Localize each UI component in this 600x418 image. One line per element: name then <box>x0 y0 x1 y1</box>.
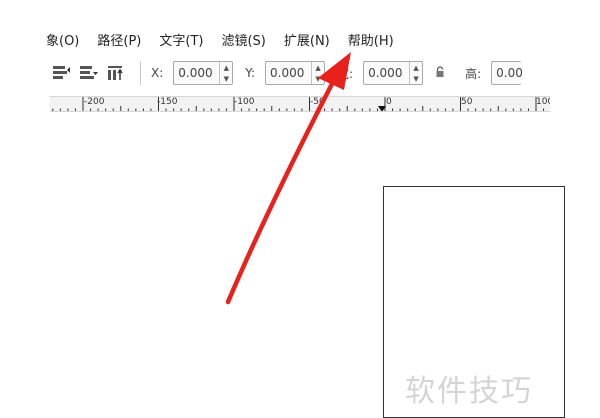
width-value: 0.000 <box>368 66 403 80</box>
ruler-label: -200 <box>84 97 105 107</box>
tool-controls-bar: X: 0.000 ▲ ▼ Y: 0.000 ▲ ▼ 宽: 0.000 ▲ ▼ 高: 0… <box>50 56 550 90</box>
y-spinbox[interactable]: 0.000 ▲ ▼ <box>265 61 326 85</box>
watermark-text: 软件技巧 <box>405 374 533 409</box>
width-label: 宽: <box>337 66 354 81</box>
height-value: 0.00 <box>496 66 523 80</box>
x-spin-buttons[interactable]: ▲ ▼ <box>219 62 232 84</box>
width-spinbox[interactable]: 0.000 ▲ ▼ <box>363 61 424 85</box>
ruler-label: 50 <box>461 97 473 107</box>
width-spin-buttons[interactable]: ▲ ▼ <box>409 62 422 84</box>
x-spinbox[interactable]: 0.000 ▲ ▼ <box>173 61 234 85</box>
toolbar-separator <box>140 61 141 85</box>
menu-text[interactable]: 文字(T) <box>159 28 203 51</box>
ruler-label: 100 <box>536 97 550 107</box>
menu-help[interactable]: 帮助(H) <box>348 28 394 51</box>
ruler-ticks <box>52 97 545 111</box>
y-spin-buttons[interactable]: ▲ ▼ <box>311 62 324 84</box>
ruler-label: 0 <box>386 97 392 107</box>
ruler-label: -100 <box>234 97 255 107</box>
menu-object[interactable]: 象(O) <box>46 28 79 51</box>
height-spinbox[interactable]: 0.00 <box>491 61 523 85</box>
menu-bar: 象(O) 路径(P) 文字(T) 滤镜(S) 扩展(N) 帮助(H) <box>46 26 550 52</box>
lock-icon[interactable] <box>435 65 445 81</box>
lower-icon[interactable] <box>78 62 100 84</box>
height-label: 高: <box>465 66 482 81</box>
y-value: 0.000 <box>270 66 305 80</box>
menu-filters[interactable]: 滤镜(S) <box>221 28 265 51</box>
ruler-label: -150 <box>157 97 178 107</box>
ruler-label: -50 <box>310 97 325 107</box>
x-value: 0.000 <box>178 66 213 80</box>
x-label: X: <box>151 66 164 80</box>
y-label: Y: <box>245 66 256 80</box>
inkscape-window: 象(O) 路径(P) 文字(T) 滤镜(S) 扩展(N) 帮助(H) X: 0.… <box>0 0 600 418</box>
raise-to-top-icon[interactable] <box>50 62 72 84</box>
menu-path[interactable]: 路径(P) <box>97 28 141 51</box>
menu-extensions[interactable]: 扩展(N) <box>284 28 330 51</box>
horizontal-ruler[interactable]: -200 -150 -100 -50 0 50 100 <box>50 96 550 112</box>
raise-icon[interactable] <box>106 62 128 84</box>
